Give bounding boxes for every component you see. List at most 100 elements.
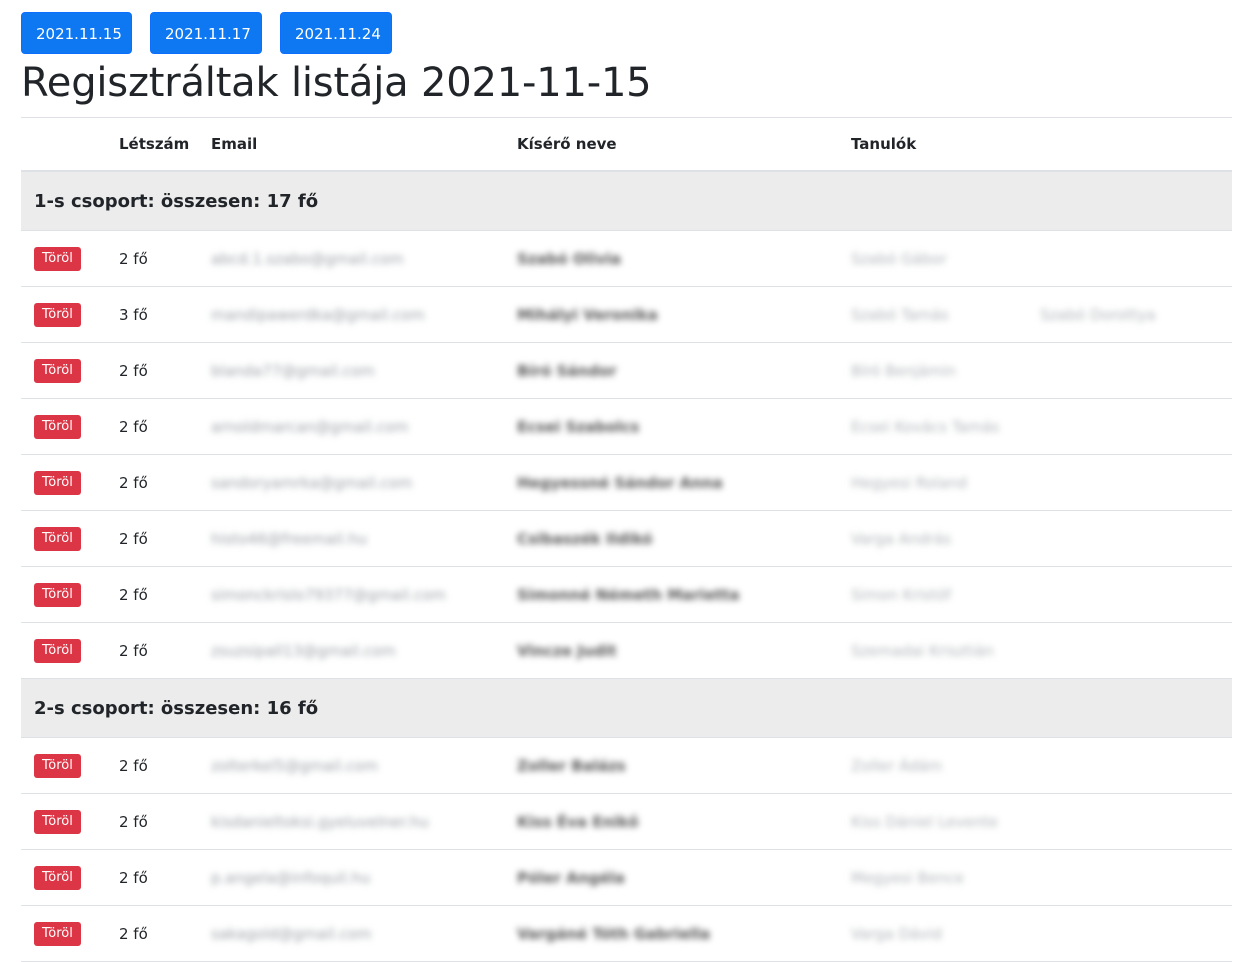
cell-actions: Töröl [21,398,113,455]
cell-student-2 [1034,510,1232,567]
cell-guide-text: Simonné Németh Marietta [517,585,740,604]
date-button-2021-11-17[interactable]: 2021.11.17 [150,12,262,54]
cell-email-text: zolterkel5@gmail.com [211,756,379,775]
delete-button[interactable]: Töröl [34,246,81,271]
cell-student-2 [1034,905,1232,962]
cell-student-1-text: Bíró Benjámin [851,361,956,380]
cell-student-2 [1034,566,1232,623]
cell-email: histo46@freemail.hu [205,510,511,567]
delete-button[interactable]: Töröl [34,921,81,946]
cell-guide-text: Zoller Balázs [517,756,626,775]
table-row: Töröl 2 fő p.angela@infoquil.hu Póler Angél… [21,849,1232,906]
group-header-row: 1-s csoport: összesen: 17 fő [21,171,1232,231]
delete-button[interactable]: Töröl [34,302,81,327]
cell-email-text: histo46@freemail.hu [211,529,368,548]
table-row: Töröl 2 fő sakagold@gmail.com Vargáné Tóth … [21,905,1232,962]
cell-count: 2 fő [113,849,205,906]
date-button-2021-11-15[interactable]: 2021.11.15 [21,12,132,54]
delete-button[interactable]: Töröl [34,753,81,778]
header-students: Tanulók [845,117,1034,172]
cell-count: 2 fő [113,342,205,399]
cell-student-1: Szabó Gábor [845,230,1034,287]
cell-email: sakagold@gmail.com [205,905,511,962]
cell-actions: Töröl [21,342,113,399]
delete-button[interactable]: Töröl [34,638,81,663]
cell-student-1-text: Varga András [851,529,952,548]
cell-count: 2 fő [113,905,205,962]
cell-email-text: blanda77@gmail.com [211,361,375,380]
delete-button[interactable]: Töröl [34,582,81,607]
cell-guide-text: Csibaszék Ildikó [517,529,653,548]
cell-student-2 [1034,849,1232,906]
cell-student-1: Zoller Ádám [845,737,1034,794]
table-row: Töröl 2 fő histo46@freemail.hu Csibaszék Il… [21,510,1232,567]
delete-button[interactable]: Töröl [34,809,81,834]
date-button-2021-11-24[interactable]: 2021.11.24 [280,12,392,54]
header-students-extra [1034,117,1232,172]
cell-actions: Töröl [21,905,113,962]
delete-button[interactable]: Töröl [34,526,81,551]
cell-student-1-text: Simon Kristóf [851,585,952,604]
cell-guide-text: Vargáné Tóth Gabriella [517,924,711,943]
cell-student-1: Hegyesi Roland [845,454,1034,511]
cell-count-text: 2 fő [119,249,148,268]
table-row: Töröl 2 fő simonckrislo79377@gmail.com Simo… [21,566,1232,623]
cell-count-text: 3 fő [119,305,148,324]
cell-actions: Töröl [21,737,113,794]
cell-student-1: Megyesi Bence [845,849,1034,906]
cell-student-1: Ecsei Kovács Tamás [845,398,1034,455]
cell-student-1: Varga Dávid [845,905,1034,962]
cell-student-1: Szabó Tamás [845,286,1034,343]
cell-email: mandipawerdka@gmail.com [205,286,511,343]
delete-button[interactable]: Töröl [34,414,81,439]
cell-count: 2 fő [113,622,205,679]
cell-guide: Bíró Sándor [511,342,845,399]
cell-email-text: simonckrislo79377@gmail.com [211,585,446,604]
cell-count-text: 2 fő [119,812,148,831]
cell-email-text: zsuzsipall13@gmail.com [211,641,396,660]
cell-guide: Kiss Éva Enikő [511,793,845,850]
cell-guide-text: Póler Angéla [517,868,625,887]
table-row: Töröl 2 fő sandoryamrka@gmail.com Hegyessné… [21,454,1232,511]
cell-guide: Szabó Olivia [511,230,845,287]
cell-student-2 [1034,342,1232,399]
cell-guide: Vargáné Tóth Gabriella [511,905,845,962]
cell-email: arnoldmarcan@gmail.com [205,398,511,455]
cell-student-2 [1034,454,1232,511]
cell-email: p.angela@infoquil.hu [205,849,511,906]
cell-count-text: 2 fő [119,641,148,660]
cell-guide-text: Szabó Olivia [517,249,621,268]
delete-button[interactable]: Töröl [34,470,81,495]
cell-email-text: kisdanieltoksi.gyeluvelner.hu [211,812,429,831]
cell-guide: Hegyessné Sándor Anna [511,454,845,511]
cell-email: sandoryamrka@gmail.com [205,454,511,511]
cell-count-text: 2 fő [119,473,148,492]
cell-student-1-text: Szabó Gábor [851,249,947,268]
delete-button[interactable]: Töröl [34,865,81,890]
cell-actions: Töröl [21,849,113,906]
cell-count-text: 2 fő [119,361,148,380]
delete-button[interactable]: Töröl [34,358,81,383]
cell-guide-text: Mihályi Veronika [517,305,658,324]
cell-guide-text: Kiss Éva Enikő [517,812,639,831]
registrations-table: Létszám Email Kísérő neve Tanulók 1-s cs… [21,117,1232,962]
cell-guide: Simonné Németh Marietta [511,566,845,623]
cell-student-2 [1034,622,1232,679]
date-selector: 2021.11.15 2021.11.17 2021.11.24 [21,12,1232,54]
cell-email: abcd.1.szabo@gmail.com [205,230,511,287]
cell-student-1-text: Szemadai Krisztián [851,641,994,660]
cell-count-text: 2 fő [119,868,148,887]
cell-count: 2 fő [113,737,205,794]
cell-guide-text: Vincze Judit [517,641,617,660]
cell-actions: Töröl [21,566,113,623]
cell-count-text: 2 fő [119,417,148,436]
group-header-row: 2-s csoport: összesen: 16 fő [21,678,1232,738]
cell-student-2 [1034,398,1232,455]
cell-email-text: p.angela@infoquil.hu [211,868,371,887]
cell-actions: Töröl [21,510,113,567]
cell-student-2: Szabó Dorottya [1034,286,1232,343]
cell-email-text: sandoryamrka@gmail.com [211,473,413,492]
cell-email-text: abcd.1.szabo@gmail.com [211,249,404,268]
table-body: 1-s csoport: összesen: 17 fő Töröl 2 fő abc… [21,171,1232,962]
table-header-row: Létszám Email Kísérő neve Tanulók [21,117,1232,172]
